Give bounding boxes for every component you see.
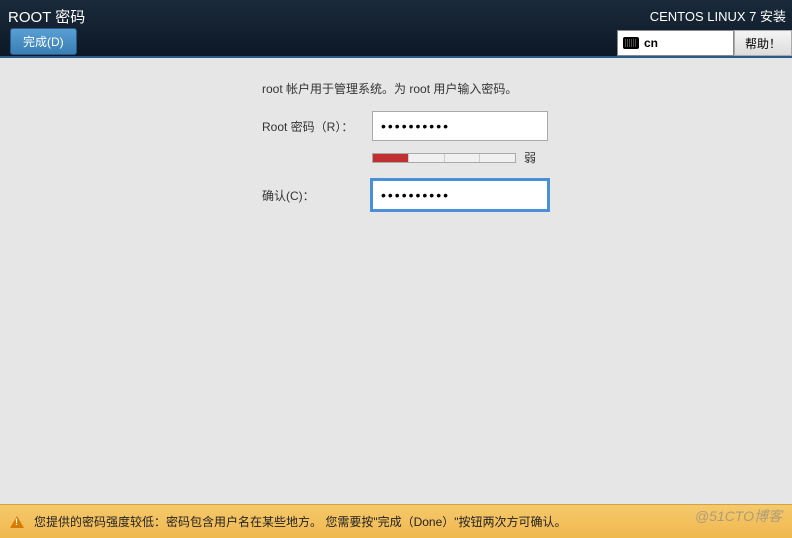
confirm-password-input[interactable] (372, 180, 548, 210)
root-password-input[interactable] (372, 111, 548, 141)
warning-bar: 您提供的密码强度较低：密码包含用户名在某些地方。 您需要按"完成（Done）"按… (0, 504, 792, 538)
form-description: root 帐户用于管理系统。为 root 用户输入密码。 (262, 80, 762, 97)
main-content: root 帐户用于管理系统。为 root 用户输入密码。 Root 密码（R）：… (0, 58, 792, 504)
installer-title: CENTOS LINUX 7 安装 (650, 6, 786, 25)
help-button[interactable]: 帮助！ (734, 30, 792, 56)
watermark-text: @51CTO博客 (695, 506, 782, 526)
password-strength-label: 弱 (524, 149, 536, 166)
password-strength-meter (372, 153, 516, 163)
confirm-password-label: 确认(C)： (262, 187, 372, 204)
header-bar: ROOT 密码 完成(D) CENTOS LINUX 7 安装 cn 帮助！ (0, 0, 792, 58)
keyboard-icon (623, 37, 639, 49)
root-password-label: Root 密码（R）： (262, 118, 372, 135)
warning-icon (10, 516, 24, 528)
keyboard-layout-selector[interactable]: cn (617, 30, 734, 56)
page-title: ROOT 密码 (8, 6, 85, 27)
done-button[interactable]: 完成(D) (10, 28, 77, 55)
warning-message: 您提供的密码强度较低：密码包含用户名在某些地方。 您需要按"完成（Done）"按… (34, 513, 567, 530)
keyboard-layout-code: cn (644, 36, 658, 50)
